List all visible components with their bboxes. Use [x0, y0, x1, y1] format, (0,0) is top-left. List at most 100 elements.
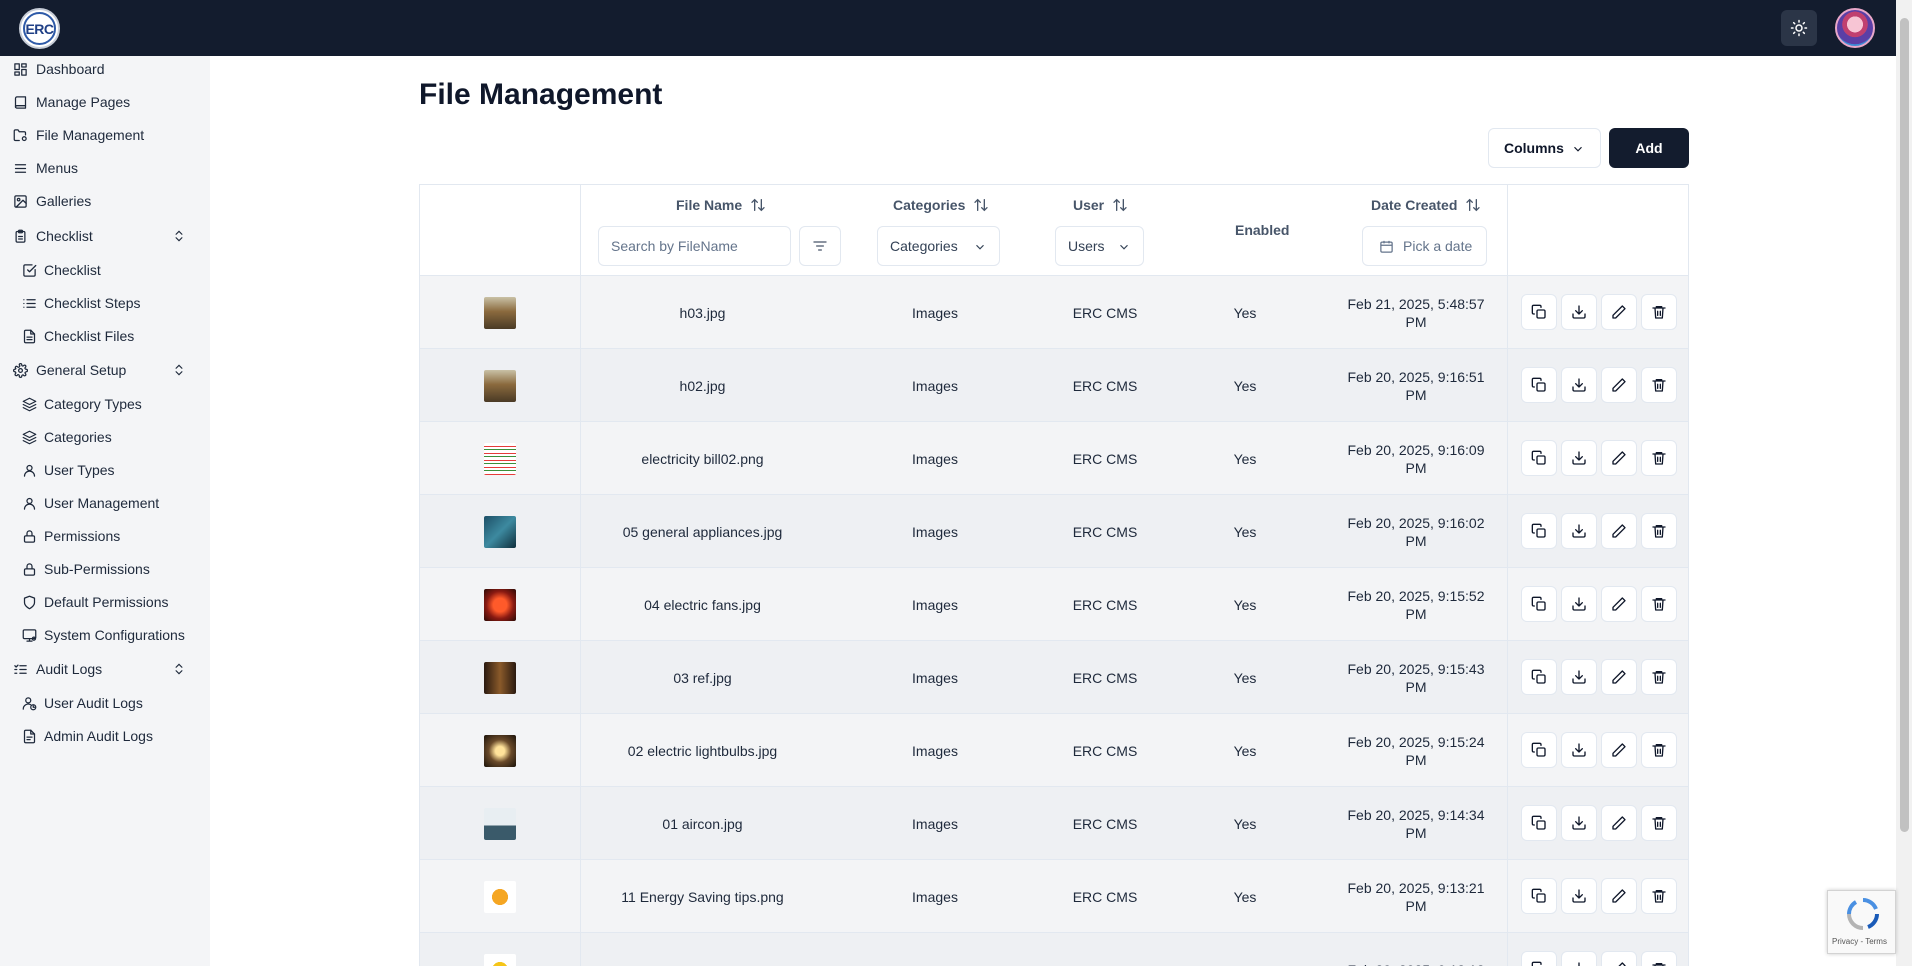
delete-button[interactable]	[1641, 513, 1677, 549]
sidebar-item-manage-pages[interactable]: Manage Pages	[0, 85, 210, 119]
copy-button[interactable]	[1521, 294, 1557, 330]
table-row[interactable]: 05 general appliances.jpg Images ERC CMS Ye…	[420, 495, 1688, 568]
copy-button[interactable]	[1521, 732, 1557, 768]
download-button[interactable]	[1561, 294, 1597, 330]
edit-button[interactable]	[1601, 951, 1637, 966]
table-row[interactable]: Feb 20, 2025, 9:13:12	[420, 933, 1688, 966]
filter-button[interactable]	[799, 226, 841, 266]
copy-button[interactable]	[1521, 367, 1557, 403]
copy-button[interactable]	[1521, 659, 1557, 695]
download-button[interactable]	[1561, 367, 1597, 403]
add-button[interactable]: Add	[1609, 128, 1689, 168]
scrollbar-thumb[interactable]	[1900, 18, 1909, 832]
sidebar-item-galleries[interactable]: Galleries	[0, 184, 210, 218]
sidebar-subitem-category-types[interactable]: Category Types	[0, 387, 210, 421]
sidebar-item-file-management[interactable]: File Management	[0, 118, 210, 152]
delete-button[interactable]	[1641, 586, 1677, 622]
chevron-up-down-icon[interactable]	[172, 363, 186, 377]
edit-button[interactable]	[1601, 440, 1637, 476]
sidebar-item-dashboard[interactable]: Dashboard	[0, 52, 210, 86]
download-button[interactable]	[1561, 878, 1597, 914]
download-button[interactable]	[1561, 659, 1597, 695]
sidebar-item-menus[interactable]: Menus	[0, 151, 210, 185]
copy-button[interactable]	[1521, 951, 1557, 966]
table-row[interactable]: electricity bill02.png Images ERC CMS Yes F…	[420, 422, 1688, 495]
app-logo[interactable]: ERC	[19, 8, 60, 49]
columns-button[interactable]: Columns	[1488, 128, 1601, 168]
header-categories[interactable]: Categories	[893, 197, 989, 213]
file-thumbnail[interactable]	[484, 442, 516, 475]
download-button[interactable]	[1561, 805, 1597, 841]
download-button[interactable]	[1561, 440, 1597, 476]
edit-button[interactable]	[1601, 367, 1637, 403]
table-row[interactable]: h02.jpg Images ERC CMS Yes Feb 20, 2025, 9:…	[420, 349, 1688, 422]
copy-button[interactable]	[1521, 805, 1557, 841]
copy-button[interactable]	[1521, 586, 1557, 622]
header-date-created[interactable]: Date Created	[1371, 197, 1481, 213]
sidebar-subitem-categories[interactable]: Categories	[0, 420, 210, 454]
file-thumbnail[interactable]	[484, 807, 516, 840]
table-row[interactable]: 11 Energy Saving tips.png Images ERC CMS Ye…	[420, 860, 1688, 933]
sidebar-item-checklist[interactable]: Checklist	[0, 219, 210, 253]
file-thumbnail[interactable]	[484, 661, 516, 694]
file-thumbnail[interactable]	[484, 296, 516, 329]
copy-button[interactable]	[1521, 878, 1557, 914]
sidebar-subitem-checklist[interactable]: Checklist	[0, 253, 210, 287]
table-row[interactable]: 02 electric lightbulbs.jpg Images ERC CMS Y…	[420, 714, 1688, 787]
sidebar-subitem-user-types[interactable]: User Types	[0, 453, 210, 487]
header-user[interactable]: User	[1073, 197, 1128, 213]
theme-toggle-button[interactable]	[1781, 10, 1817, 46]
sidebar-subitem-permissions[interactable]: Permissions	[0, 519, 210, 553]
sidebar-item-general-setup[interactable]: General Setup	[0, 353, 210, 387]
download-button[interactable]	[1561, 513, 1597, 549]
edit-button[interactable]	[1601, 294, 1637, 330]
table-row[interactable]: 01 aircon.jpg Images ERC CMS Yes Feb 20, 20…	[420, 787, 1688, 860]
recaptcha-footer[interactable]: Privacy - Terms	[1832, 937, 1887, 946]
sidebar-subitem-user-management[interactable]: User Management	[0, 486, 210, 520]
delete-button[interactable]	[1641, 659, 1677, 695]
download-button[interactable]	[1561, 732, 1597, 768]
table-row[interactable]: 03 ref.jpg Images ERC CMS Yes Feb 20, 2025,…	[420, 641, 1688, 714]
table-row[interactable]: h03.jpg Images ERC CMS Yes Feb 21, 2025, 5:…	[420, 276, 1688, 349]
sidebar-subitem-checklist-files[interactable]: Checklist Files	[0, 319, 210, 353]
edit-button[interactable]	[1601, 659, 1637, 695]
delete-button[interactable]	[1641, 878, 1677, 914]
edit-button[interactable]	[1601, 878, 1637, 914]
sidebar-subitem-default-permissions[interactable]: Default Permissions	[0, 585, 210, 619]
chevron-up-down-icon[interactable]	[172, 662, 186, 676]
sidebar-subitem-admin-audit-logs[interactable]: Admin Audit Logs	[0, 719, 210, 753]
download-button[interactable]	[1561, 586, 1597, 622]
file-thumbnail[interactable]	[484, 515, 516, 548]
file-thumbnail[interactable]	[484, 953, 516, 966]
delete-button[interactable]	[1641, 805, 1677, 841]
sidebar-subitem-system-configurations[interactable]: System Configurations	[0, 618, 210, 652]
copy-button[interactable]	[1521, 440, 1557, 476]
user-avatar[interactable]	[1835, 8, 1875, 48]
edit-button[interactable]	[1601, 513, 1637, 549]
users-filter-dropdown[interactable]: Users	[1055, 226, 1144, 266]
delete-button[interactable]	[1641, 951, 1677, 966]
chevron-up-down-icon[interactable]	[172, 229, 186, 243]
delete-button[interactable]	[1641, 294, 1677, 330]
search-input[interactable]: Search by FileName	[598, 226, 791, 266]
delete-button[interactable]	[1641, 367, 1677, 403]
categories-filter-dropdown[interactable]: Categories	[877, 226, 1000, 266]
sidebar-subitem-checklist-steps[interactable]: Checklist Steps	[0, 286, 210, 320]
file-thumbnail[interactable]	[484, 588, 516, 621]
edit-button[interactable]	[1601, 732, 1637, 768]
sidebar-item-audit-logs[interactable]: Audit Logs	[0, 652, 210, 686]
download-button[interactable]	[1561, 951, 1597, 966]
edit-button[interactable]	[1601, 586, 1637, 622]
header-file-name[interactable]: File Name	[676, 197, 766, 213]
recaptcha-badge[interactable]: Privacy - Terms	[1827, 890, 1896, 954]
file-thumbnail[interactable]	[484, 880, 516, 913]
delete-button[interactable]	[1641, 732, 1677, 768]
date-picker[interactable]: Pick a date	[1362, 226, 1487, 266]
file-thumbnail[interactable]	[484, 369, 516, 402]
sidebar-subitem-sub-permissions[interactable]: Sub-Permissions	[0, 552, 210, 586]
file-thumbnail[interactable]	[484, 734, 516, 767]
delete-button[interactable]	[1641, 440, 1677, 476]
edit-button[interactable]	[1601, 805, 1637, 841]
sidebar-subitem-user-audit-logs[interactable]: User Audit Logs	[0, 686, 210, 720]
copy-button[interactable]	[1521, 513, 1557, 549]
